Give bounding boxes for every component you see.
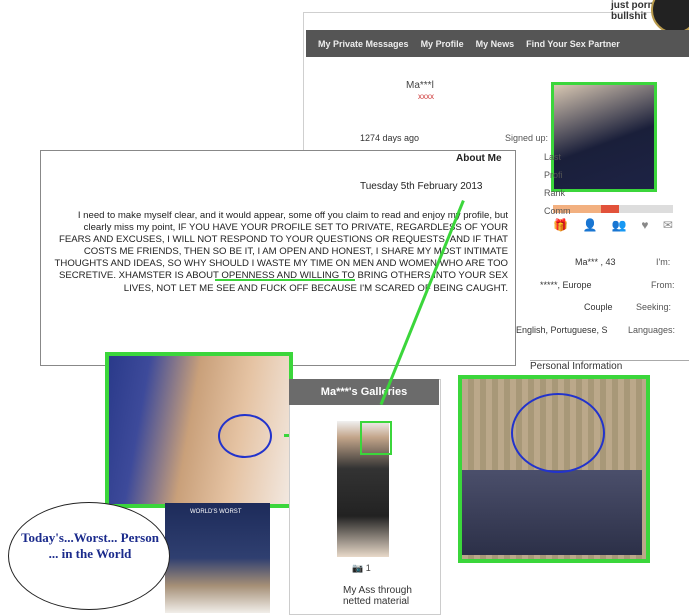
- highlight-box: [360, 421, 392, 455]
- rating-strip: [553, 205, 673, 213]
- nav-item-private-messages[interactable]: My Private Messages: [318, 39, 409, 49]
- heart-icon[interactable]: ♥: [641, 218, 648, 234]
- seeking-value: Couple: [584, 302, 613, 312]
- tv-banner: WORLD'S WORST: [190, 509, 242, 515]
- nav-item-find-partner[interactable]: Find Your Sex Partner: [526, 39, 620, 49]
- rank-label: Rank: [544, 188, 566, 198]
- galleries-title[interactable]: Ma***'s Galleries: [289, 379, 439, 405]
- camera-icon: 📷: [352, 563, 366, 573]
- user-icon[interactable]: 👤: [582, 218, 597, 234]
- languages-label: Languages:: [628, 325, 676, 335]
- profile-action-icons: 🎁 👤 👥 ♥ ✉: [553, 218, 673, 234]
- gallery-caption[interactable]: My Ass through netted material: [343, 585, 433, 607]
- highlight-underline: [215, 279, 355, 281]
- tv-presenter-image: [165, 503, 270, 613]
- languages-value: English, Portuguese, S: [516, 325, 608, 335]
- im-value: Ma*** , 43: [575, 257, 616, 267]
- seeking-label: Seeking:: [636, 302, 672, 312]
- nav-item-news[interactable]: My News: [476, 39, 515, 49]
- last-label: Last: [544, 152, 562, 162]
- from-value: *****, Europe: [540, 280, 592, 290]
- im-label: I'm:: [656, 257, 671, 267]
- signed-up-value: 1274 days ago: [360, 133, 420, 143]
- main-nav: My Private Messages My Profile My News F…: [306, 30, 689, 57]
- from-label: From:: [651, 280, 675, 290]
- gallery-photo-count: 📷 1: [352, 563, 371, 574]
- gallery-count-value: 1: [365, 563, 371, 573]
- highlight-circle-large: [511, 393, 605, 473]
- profile-label: Profi: [544, 170, 563, 180]
- speech-bubble-text: Today's...Worst... Person ... in the Wor…: [21, 530, 159, 561]
- about-me-title[interactable]: About Me: [456, 153, 502, 164]
- highlight-circle: [218, 414, 272, 458]
- profile-username-sub: xxxx: [418, 92, 434, 101]
- mail-icon[interactable]: ✉: [663, 218, 673, 234]
- profile-username: Ma***l: [406, 80, 434, 91]
- profile-avatar[interactable]: [551, 82, 657, 192]
- personal-information-header[interactable]: Personal Information: [530, 360, 689, 373]
- about-me-date: Tuesday 5th February 2013: [360, 181, 483, 192]
- nav-item-profile[interactable]: My Profile: [421, 39, 464, 49]
- comments-label: Comm: [544, 206, 571, 216]
- pixelated-clothing: [462, 470, 642, 555]
- signed-up-label: Signed up:: [505, 133, 549, 143]
- gift-icon[interactable]: 🎁: [553, 218, 568, 234]
- friend-icon[interactable]: 👥: [612, 218, 627, 234]
